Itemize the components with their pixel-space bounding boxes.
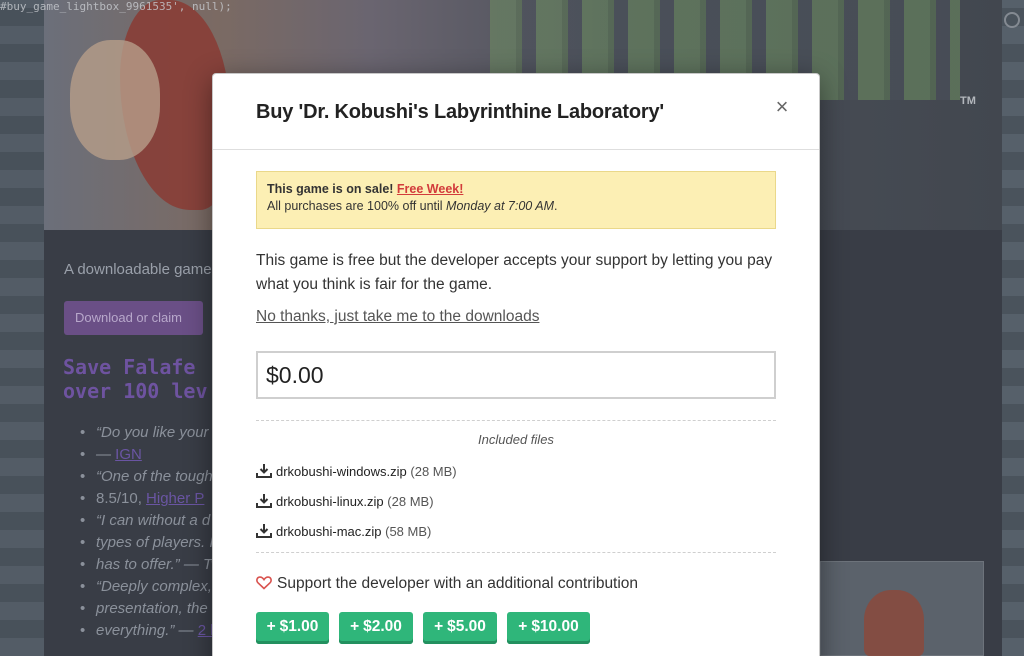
file-size: (28 MB) [387, 494, 434, 509]
url-hint-text: #buy_game_lightbox_9961535', null); [0, 0, 232, 13]
quote-source-link[interactable]: 2 l [198, 622, 214, 639]
heading-line-2: over 100 lev [63, 379, 208, 403]
free-game-description: This game is free but the developer acce… [256, 252, 773, 293]
no-thanks-link[interactable]: No thanks, just take me to the downloads [256, 308, 539, 326]
divider [256, 552, 776, 553]
file-name: drkobushi-windows.zip [276, 464, 407, 479]
download-or-claim-button[interactable]: Download or claim [64, 301, 203, 335]
support-text: Support the developer with an additional… [277, 575, 639, 592]
banner-character [70, 40, 160, 160]
heading-line-1: Save Falafe [63, 355, 196, 379]
quote-line: types of players. I [80, 532, 220, 554]
plus-icon: + [350, 618, 360, 635]
heart-icon [256, 576, 272, 590]
quote-line: 8.5/10, Higher P [80, 488, 220, 510]
game-tagline: A downloadable game [64, 261, 212, 278]
quote-source-link[interactable]: IGN [115, 446, 142, 463]
quote-line: — IGN [80, 444, 220, 466]
download-icon [256, 494, 272, 508]
user-icon[interactable] [1004, 12, 1020, 28]
quote-line: has to offer.” — Tw [80, 554, 220, 576]
support-developer-row[interactable]: Support the developer with an additional… [256, 575, 638, 593]
tip-5-button[interactable]: + $5.00 [423, 612, 497, 644]
download-icon [256, 464, 272, 478]
sale-event-link[interactable]: Free Week! [397, 182, 463, 196]
buy-game-modal: Buy 'Dr. Kobushi's Labyrinthine Laborato… [213, 74, 819, 656]
sale-label: This game is on sale! [267, 182, 394, 196]
close-icon[interactable]: × [771, 96, 793, 118]
quote-source-link[interactable]: Higher P [146, 490, 204, 507]
divider [256, 420, 776, 421]
included-files-heading: Included files [478, 432, 554, 447]
trademark-label: TM [960, 95, 976, 107]
tip-1-button[interactable]: + $1.00 [256, 612, 329, 644]
file-size: (28 MB) [410, 464, 457, 479]
quote-line: “Deeply complex, [80, 576, 220, 598]
price-input[interactable] [256, 351, 776, 399]
file-item: drkobushi-linux.zip (28 MB) [256, 493, 434, 511]
quote-line: “One of the tough [80, 466, 220, 488]
tip-2-button[interactable]: + $2.00 [339, 612, 413, 644]
game-description-heading: Save Falafe over 100 lev [63, 355, 208, 403]
download-icon [256, 524, 272, 538]
screenshot-character [864, 590, 924, 656]
plus-icon: + [266, 618, 276, 635]
background-tile-right [1002, 0, 1024, 656]
file-item: drkobushi-windows.zip (28 MB) [256, 463, 457, 481]
sale-end-time: Monday at 7:00 AM [446, 199, 554, 213]
plus-icon: + [434, 618, 444, 635]
background-tile-left [0, 0, 44, 656]
quote-line: everything.” — 2 l [80, 620, 220, 642]
file-name: drkobushi-linux.zip [276, 494, 384, 509]
sale-line-2: All purchases are 100% off until Monday … [267, 199, 558, 213]
modal-title: Buy 'Dr. Kobushi's Labyrinthine Laborato… [256, 101, 664, 123]
quote-line: “Do you like your [80, 422, 220, 444]
quote-line: “I can without a d [80, 510, 220, 532]
sale-notice: This game is on sale! Free Week! All pur… [256, 171, 776, 229]
modal-header: Buy 'Dr. Kobushi's Labyrinthine Laborato… [213, 74, 819, 150]
quote-line: presentation, the [80, 598, 220, 620]
review-quotes: “Do you like your — IGN “One of the toug… [80, 422, 220, 642]
file-size: (58 MB) [385, 524, 432, 539]
sale-line-1: This game is on sale! Free Week! [267, 181, 765, 198]
file-item: drkobushi-mac.zip (58 MB) [256, 523, 431, 541]
tip-10-button[interactable]: + $10.00 [507, 612, 590, 644]
plus-icon: + [518, 618, 528, 635]
file-name: drkobushi-mac.zip [276, 524, 382, 539]
